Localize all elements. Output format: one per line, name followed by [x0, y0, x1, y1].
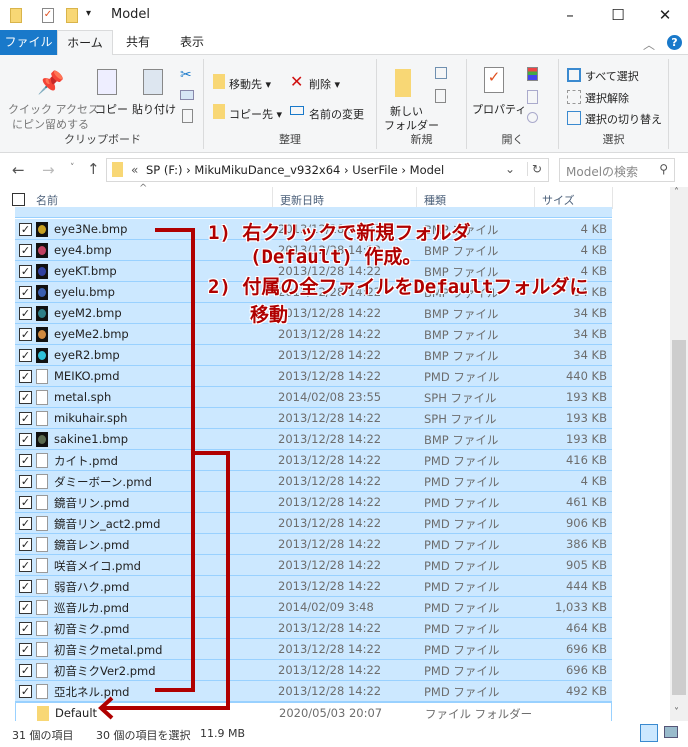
annotation-step2: 2) 付属の全ファイルをDefaultフォルダに: [208, 276, 589, 298]
annotation-step1-cont: (Default) 作成。: [250, 246, 422, 268]
bracket-line: [155, 228, 195, 692]
large-icons-view-icon[interactable]: [664, 726, 678, 738]
arrow-line: [104, 451, 230, 710]
selected-count: 30 個の項目を選択: [96, 729, 191, 742]
item-count: 31 個の項目: [12, 729, 74, 742]
details-view-icon[interactable]: [640, 724, 658, 742]
status-bar: 31 個の項目 30 個の項目を選択 11.9 MB: [0, 722, 688, 747]
selected-size: 11.9 MB: [200, 727, 246, 740]
annotation-step2-cont: 移動: [250, 304, 289, 326]
annotation-arrows: [98, 228, 230, 720]
annotation-step1: 1) 右クリックで新規フォルダ: [208, 222, 471, 244]
